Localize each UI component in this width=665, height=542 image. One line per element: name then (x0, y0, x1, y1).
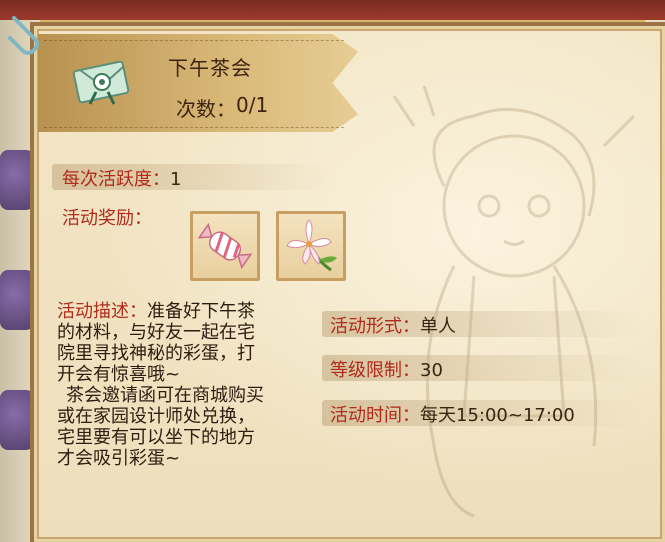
description-line: 准备好下午茶 (147, 301, 255, 322)
description-line: 的材料，与好友一起在宅 (57, 322, 255, 343)
tea-invitation-icon (72, 60, 130, 105)
background-item (0, 390, 34, 450)
activity-value: 1 (170, 169, 182, 190)
reward-slot-candy[interactable] (190, 211, 260, 281)
background-top-strip (0, 0, 665, 23)
description-line: 或在家园设计师处兑换， (57, 406, 255, 427)
reward-slot-lily[interactable] (276, 211, 346, 281)
level-label: 等级限制： (330, 360, 420, 381)
activity-description: 活动描述：准备好下午茶 的材料，与好友一起在宅 院里寻找神秘的彩蛋，打 开会有惊… (57, 301, 319, 469)
lily-flower-icon (286, 219, 337, 272)
time-value: 每天15:00~17:00 (420, 405, 575, 426)
time-label: 活动时间： (330, 405, 420, 426)
description-line: 才会吸引彩蛋~ (57, 448, 181, 469)
level-value: 30 (420, 360, 443, 381)
description-line: 开会有惊喜哦~ (57, 364, 181, 385)
form-row: 活动形式：单人 (330, 312, 456, 338)
activity-row: 每次活跃度：1 (62, 165, 181, 191)
background-item (0, 150, 34, 210)
form-value: 单人 (420, 316, 456, 337)
form-label: 活动形式： (330, 316, 420, 337)
description-line: 宅里要有可以坐下的地方 (57, 427, 255, 448)
description-line: 茶会邀请函可在商城购买 (66, 385, 264, 406)
character-sketch-illustration (392, 86, 636, 518)
activity-label: 每次活跃度： (62, 169, 170, 190)
description-line: 院里寻找神秘的彩蛋，打 (57, 343, 255, 364)
event-title: 下午茶会 (168, 56, 252, 80)
candy-icon (197, 222, 253, 270)
paper-clip-icon (8, 16, 39, 55)
rewards-label: 活动奖励： (62, 208, 152, 229)
background-item (0, 270, 34, 330)
level-row: 等级限制：30 (330, 356, 443, 382)
attempt-count: 次数： 0/1 (176, 93, 268, 122)
time-row: 活动时间：每天15:00~17:00 (330, 401, 575, 427)
count-label: 次数： (176, 97, 236, 121)
count-value: 0/1 (236, 93, 269, 117)
description-label: 活动描述： (57, 301, 147, 322)
